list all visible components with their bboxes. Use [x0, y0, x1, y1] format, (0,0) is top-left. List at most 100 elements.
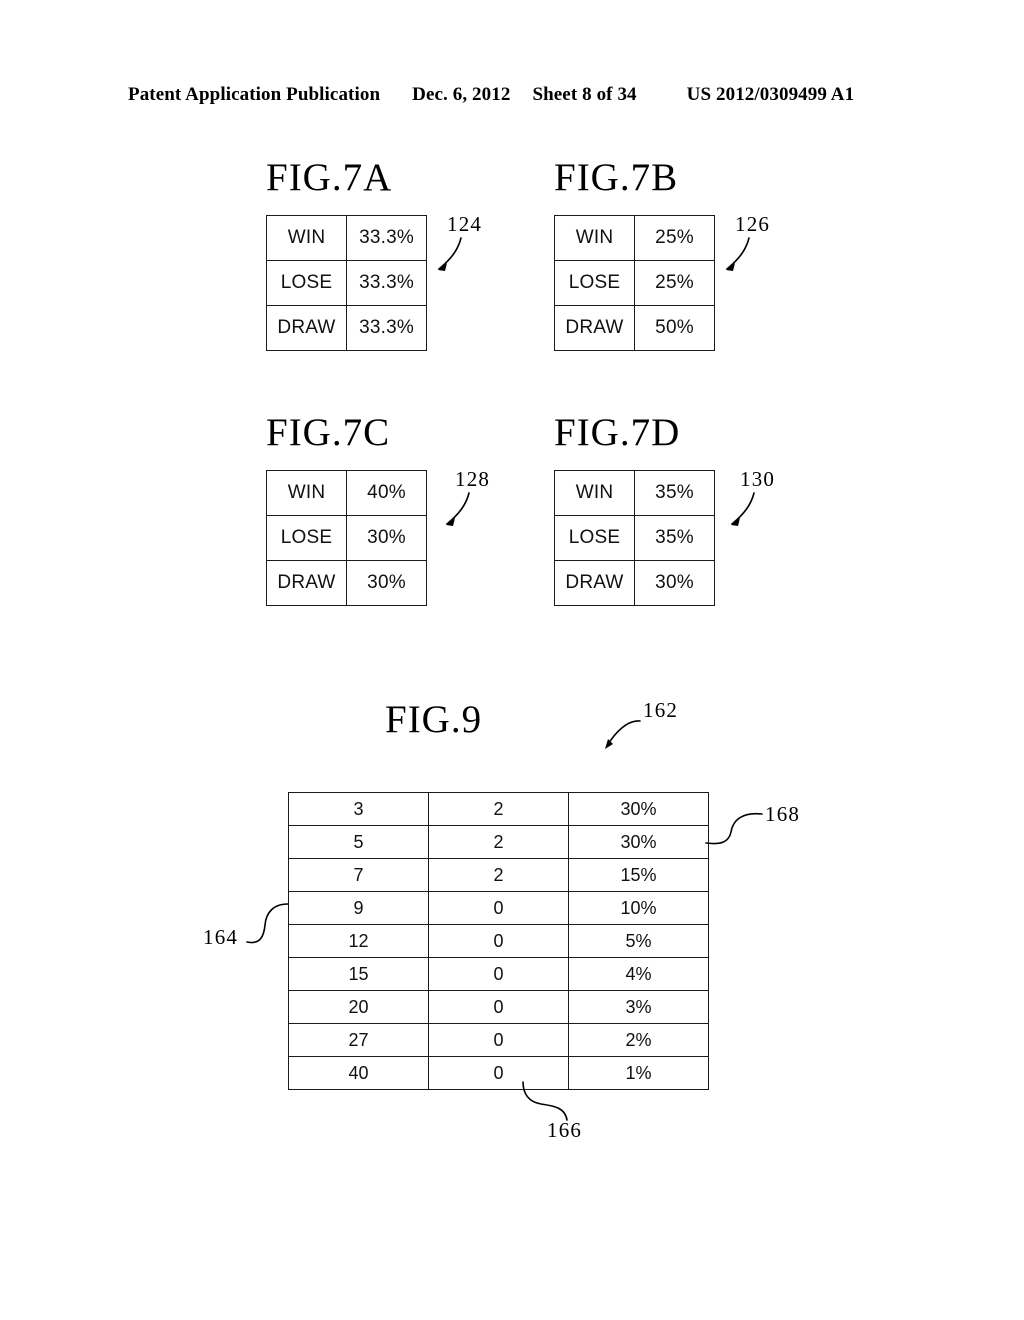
reference-numeral-124: 124: [447, 212, 483, 236]
reference-numeral-166: 166: [547, 1118, 583, 1142]
cell-col1: 9: [288, 891, 429, 925]
cell-label: WIN: [266, 470, 347, 516]
cell-label: DRAW: [266, 305, 347, 351]
cell-value: 35%: [634, 470, 715, 516]
leader-line-126: [726, 237, 750, 271]
cell-value: 50%: [634, 305, 715, 351]
figure-7b-title: FIG.7B: [554, 156, 679, 199]
reference-numeral-128: 128: [455, 467, 491, 491]
cell-col3: 10%: [568, 891, 709, 925]
leader-line-130: [731, 492, 755, 526]
reference-numeral-162: 162: [643, 698, 679, 722]
cell-col1: 27: [288, 1023, 429, 1057]
reference-numeral-168: 168: [765, 802, 801, 826]
figure-7a: FIG.7A WIN 33.3% LOSE 33.3% DRAW 33.3%: [266, 158, 427, 351]
figure-7c-title: FIG.7C: [266, 411, 391, 454]
leader-line-168: [705, 812, 763, 845]
cell-col2: 2: [428, 825, 569, 859]
cell-col2: 0: [428, 891, 569, 925]
reference-numeral-126: 126: [735, 212, 771, 236]
page-header: Patent Application Publication Dec. 6, 2…: [128, 84, 896, 108]
figure-7d-title: FIG.7D: [554, 411, 681, 454]
figure-9-title: FIG.9: [385, 698, 483, 741]
cell-col1: 20: [288, 990, 429, 1024]
cell-value: 33.3%: [346, 215, 427, 261]
cell-col2: 0: [428, 990, 569, 1024]
cell-col2: 0: [428, 924, 569, 958]
table-row: 5 2 30%: [288, 825, 709, 859]
table-row: 40 0 1%: [288, 1056, 709, 1090]
cell-label: LOSE: [554, 515, 635, 561]
table-row: LOSE 35%: [554, 515, 715, 561]
table-row: LOSE 30%: [266, 515, 427, 561]
cell-col1: 40: [288, 1056, 429, 1090]
cell-col1: 3: [288, 792, 429, 826]
figure-7c-table: WIN 40% LOSE 30% DRAW 30%: [266, 470, 427, 606]
header-date: Dec. 6, 2012: [412, 84, 511, 105]
header-publication: Patent Application Publication: [128, 84, 381, 105]
cell-col3: 2%: [568, 1023, 709, 1057]
cell-label: WIN: [266, 215, 347, 261]
cell-label: LOSE: [266, 515, 347, 561]
cell-value: 35%: [634, 515, 715, 561]
table-row: 12 0 5%: [288, 924, 709, 958]
cell-col3: 30%: [568, 825, 709, 859]
cell-col3: 4%: [568, 957, 709, 991]
cell-value: 33.3%: [346, 260, 427, 306]
cell-col3: 5%: [568, 924, 709, 958]
table-row: WIN 25%: [554, 215, 715, 261]
cell-label: DRAW: [554, 305, 635, 351]
cell-col2: 0: [428, 1023, 569, 1057]
cell-col3: 30%: [568, 792, 709, 826]
reference-numeral-130: 130: [740, 467, 776, 491]
leader-line-128: [446, 492, 470, 526]
table-row: 3 2 30%: [288, 792, 709, 826]
cell-value: 30%: [346, 560, 427, 606]
figure-9-table-wrapper: 3 2 30% 5 2 30% 7 2 15% 9 0 10% 12 0 5% …: [288, 792, 709, 1090]
cell-label: LOSE: [266, 260, 347, 306]
table-row: WIN 40%: [266, 470, 427, 516]
table-row: DRAW 50%: [554, 305, 715, 351]
reference-numeral-164: 164: [203, 925, 239, 949]
cell-value: 25%: [634, 215, 715, 261]
cell-col2: 0: [428, 1056, 569, 1090]
cell-col3: 1%: [568, 1056, 709, 1090]
header-doc-number: US 2012/0309499 A1: [686, 84, 855, 105]
figure-7b: FIG.7B WIN 25% LOSE 25% DRAW 50%: [554, 158, 715, 351]
cell-col2: 0: [428, 957, 569, 991]
figure-7d-table: WIN 35% LOSE 35% DRAW 30%: [554, 470, 715, 606]
table-row: DRAW 33.3%: [266, 305, 427, 351]
table-row: 9 0 10%: [288, 891, 709, 925]
cell-label: WIN: [554, 215, 635, 261]
table-row: 27 0 2%: [288, 1023, 709, 1057]
cell-col2: 2: [428, 792, 569, 826]
cell-value: 33.3%: [346, 305, 427, 351]
cell-col1: 5: [288, 825, 429, 859]
figure-7c: FIG.7C WIN 40% LOSE 30% DRAW 30%: [266, 413, 427, 606]
figure-7d: FIG.7D WIN 35% LOSE 35% DRAW 30%: [554, 413, 715, 606]
table-row: DRAW 30%: [266, 560, 427, 606]
leader-line-124: [438, 237, 462, 271]
cell-value: 40%: [346, 470, 427, 516]
cell-col2: 2: [428, 858, 569, 892]
figure-7a-table: WIN 33.3% LOSE 33.3% DRAW 33.3%: [266, 215, 427, 351]
cell-label: LOSE: [554, 260, 635, 306]
cell-label: DRAW: [554, 560, 635, 606]
cell-col1: 7: [288, 858, 429, 892]
table-row: 20 0 3%: [288, 990, 709, 1024]
cell-label: DRAW: [266, 560, 347, 606]
cell-value: 25%: [634, 260, 715, 306]
figure-7b-table: WIN 25% LOSE 25% DRAW 50%: [554, 215, 715, 351]
cell-label: WIN: [554, 470, 635, 516]
table-row: 7 2 15%: [288, 858, 709, 892]
header-sheet: Sheet 8 of 34: [532, 84, 637, 105]
cell-value: 30%: [634, 560, 715, 606]
cell-col1: 15: [288, 957, 429, 991]
figure-9: FIG.9: [385, 700, 482, 739]
figure-7a-title: FIG.7A: [266, 156, 393, 199]
cell-col3: 3%: [568, 990, 709, 1024]
table-row: WIN 35%: [554, 470, 715, 516]
cell-value: 30%: [346, 515, 427, 561]
table-row: DRAW 30%: [554, 560, 715, 606]
cell-col3: 15%: [568, 858, 709, 892]
